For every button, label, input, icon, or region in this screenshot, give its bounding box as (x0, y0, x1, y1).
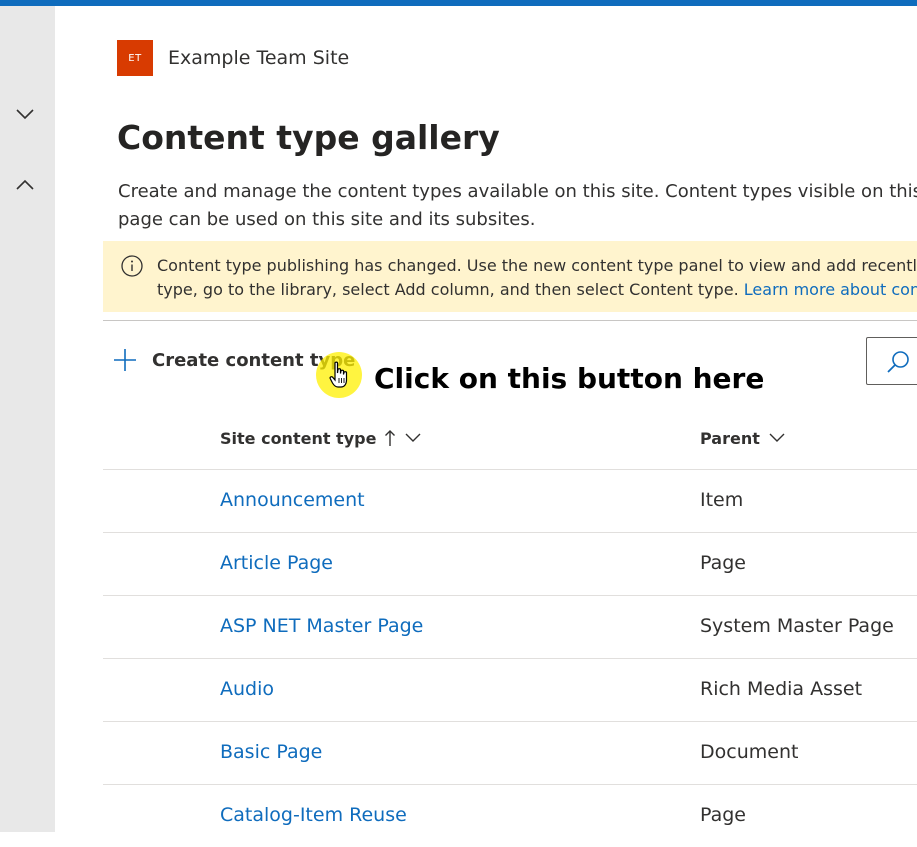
table-row[interactable]: Article Page Page (103, 532, 917, 595)
site-logo[interactable]: ET (117, 40, 153, 76)
learn-more-link[interactable]: Learn more about content types (744, 280, 917, 299)
left-rail (0, 6, 55, 832)
info-icon (121, 255, 143, 277)
page-description: Create and manage the content types avai… (118, 181, 917, 230)
annotation-callout: Click on this button here (374, 362, 765, 395)
content-type-link[interactable]: Audio (220, 678, 274, 700)
page-title: Content type gallery (117, 118, 500, 157)
table-row[interactable]: Audio Rich Media Asset (103, 658, 917, 721)
content-type-link[interactable]: ASP NET Master Page (220, 615, 423, 637)
chevron-down-icon (16, 109, 34, 120)
content-type-link[interactable]: Announcement (220, 489, 365, 511)
hand-cursor-icon (329, 361, 348, 388)
parent-cell: Page (700, 552, 746, 574)
column-header-parent[interactable]: Parent (700, 424, 786, 452)
search-icon (887, 351, 909, 373)
content-type-link[interactable]: Basic Page (220, 741, 322, 763)
table-row[interactable]: Basic Page Document (103, 721, 917, 784)
parent-cell: System Master Page (700, 615, 894, 637)
rail-expand-button[interactable] (12, 101, 38, 127)
parent-cell: Item (700, 489, 744, 511)
parent-cell: Page (700, 804, 746, 826)
top-accent-bar (0, 0, 917, 6)
column-header-label: Parent (700, 428, 760, 448)
content-type-link[interactable]: Article Page (220, 552, 333, 574)
parent-cell: Document (700, 741, 799, 763)
search-button[interactable] (866, 337, 917, 385)
column-header-label: Site content type (220, 428, 377, 448)
table-row[interactable]: Catalog-Item Reuse Page (103, 784, 917, 847)
notice-text-line1: Content type publishing has changed. Use… (157, 256, 917, 275)
parent-cell: Rich Media Asset (700, 678, 863, 700)
rail-collapse-button[interactable] (12, 172, 38, 198)
table-row[interactable]: ASP NET Master Page System Master Page (103, 595, 917, 658)
info-notice-bar: Content type publishing has changed. Use… (103, 241, 917, 312)
plus-icon (114, 349, 136, 371)
column-header-site-content-type[interactable]: Site content type (220, 424, 422, 452)
chevron-down-icon[interactable] (768, 432, 786, 444)
table-row[interactable]: Announcement Item (103, 469, 917, 532)
content-type-link[interactable]: Catalog-Item Reuse (220, 804, 407, 826)
site-header: ET Example Team Site (117, 40, 349, 76)
chevron-down-icon[interactable] (404, 432, 422, 444)
chevron-up-icon (16, 179, 34, 190)
divider (103, 320, 917, 321)
site-name[interactable]: Example Team Site (168, 47, 349, 69)
arrow-up-icon (384, 429, 396, 447)
notice-text-line2-body: type, go to the library, select Add colu… (157, 280, 739, 299)
notice-text-line2: type, go to the library, select Add colu… (157, 278, 917, 302)
